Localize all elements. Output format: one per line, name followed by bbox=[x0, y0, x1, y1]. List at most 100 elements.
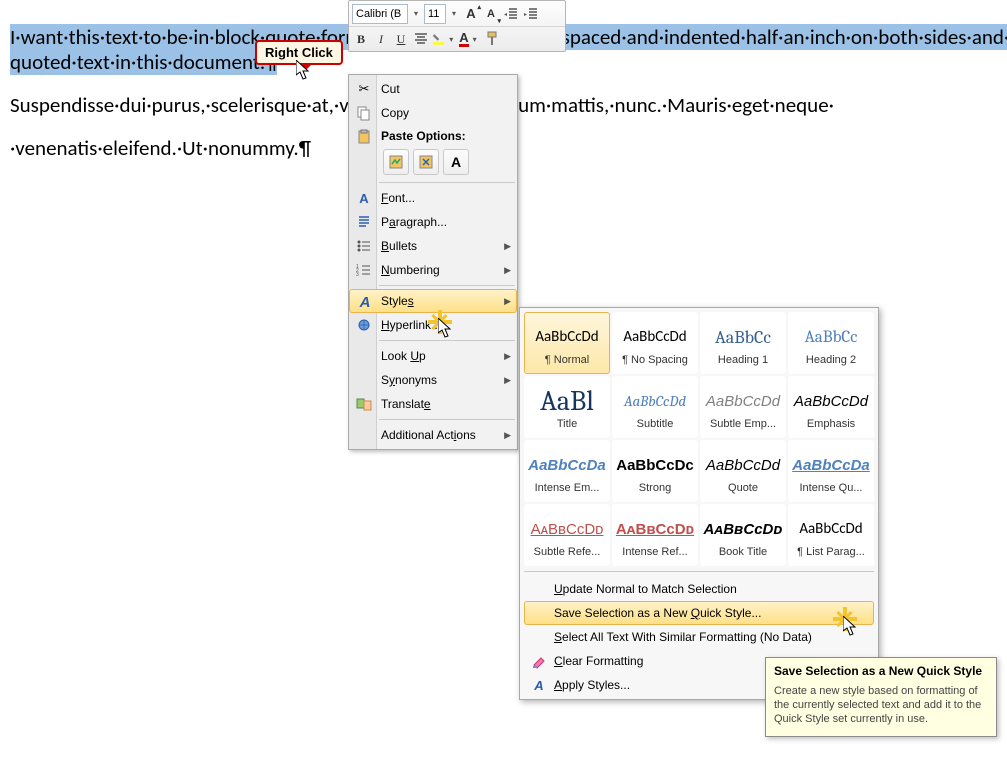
style-item-quote[interactable]: AaBbCcDdQuote bbox=[700, 440, 786, 502]
style-item-strong[interactable]: AaBbCcDcStrong bbox=[612, 440, 698, 502]
paste-icon bbox=[355, 128, 373, 146]
style-preview: AaBbCcDd bbox=[535, 320, 598, 354]
chevron-right-icon: ▶ bbox=[504, 351, 511, 362]
gallery-update-normal-label: Update Normal to Match Selection bbox=[554, 582, 737, 596]
styles-gallery: AaBbCcDd¶ NormalAaBbCcDd¶ No SpacingAaBb… bbox=[519, 307, 879, 700]
menu-bullets[interactable]: Bullets ▶ bbox=[349, 234, 517, 258]
font-name-input[interactable] bbox=[352, 4, 408, 24]
underline-icon[interactable]: U bbox=[392, 28, 410, 50]
highlight-color-icon[interactable]: ▾ bbox=[432, 28, 456, 50]
paste-keep-source-icon[interactable] bbox=[383, 149, 409, 175]
translate-icon bbox=[355, 395, 373, 413]
hyperlink-icon bbox=[355, 316, 373, 334]
increase-indent-icon[interactable] bbox=[522, 3, 540, 25]
align-center-icon[interactable] bbox=[412, 28, 430, 50]
style-preview: AaBbCcDd bbox=[624, 384, 686, 418]
style-name-label: Book Title bbox=[719, 546, 767, 558]
style-item--no-spacing[interactable]: AaBbCcDd¶ No Spacing bbox=[612, 312, 698, 374]
style-item--list-parag-[interactable]: AaBbCcDd¶ List Parag... bbox=[788, 504, 874, 566]
format-painter-icon[interactable] bbox=[484, 28, 502, 50]
style-name-label: Subtitle bbox=[637, 418, 674, 430]
menu-cut-label: Cut bbox=[381, 82, 400, 96]
style-item-subtitle[interactable]: AaBbCcDdSubtitle bbox=[612, 376, 698, 438]
style-preview: AaBbCcDd bbox=[706, 448, 780, 482]
copy-icon bbox=[355, 104, 373, 122]
cursor-arrow-save bbox=[843, 616, 859, 638]
style-name-label: ¶ No Spacing bbox=[622, 354, 688, 366]
grow-font-icon[interactable]: A▴ bbox=[462, 3, 480, 25]
menu-paragraph-label: Paragraph... bbox=[381, 215, 447, 229]
style-preview: AaBbCc bbox=[715, 320, 771, 354]
style-item-intense-ref-[interactable]: AᴀBʙCᴄDᴅIntense Ref... bbox=[612, 504, 698, 566]
menu-separator-1 bbox=[379, 182, 515, 183]
style-item-subtle-refe-[interactable]: AᴀBʙCᴄDᴅSubtle Refe... bbox=[524, 504, 610, 566]
font-size-dropdown-icon[interactable]: ▾ bbox=[448, 4, 460, 24]
paste-merge-icon[interactable] bbox=[413, 149, 439, 175]
gallery-separator bbox=[524, 571, 874, 572]
menu-styles-label: Styles bbox=[381, 294, 414, 308]
menu-paragraph[interactable]: Paragraph... bbox=[349, 210, 517, 234]
style-name-label: Heading 1 bbox=[718, 354, 768, 366]
chevron-right-icon: ▶ bbox=[504, 296, 511, 307]
style-name-label: Intense Em... bbox=[535, 482, 600, 494]
menu-cut[interactable]: ✂ Cut bbox=[349, 77, 517, 101]
style-preview: AaBbCcDd bbox=[623, 320, 686, 354]
menu-translate[interactable]: Translate bbox=[349, 392, 517, 416]
menu-copy-label: Copy bbox=[381, 106, 409, 120]
menu-copy[interactable]: Copy bbox=[349, 101, 517, 125]
shrink-font-icon[interactable]: A▾ bbox=[482, 3, 500, 25]
cursor-arrow-styles bbox=[438, 318, 454, 340]
menu-font[interactable]: A Font... bbox=[349, 186, 517, 210]
menu-additional-actions[interactable]: Additional Actions ▶ bbox=[349, 423, 517, 447]
menu-look-up[interactable]: Look Up ▶ bbox=[349, 344, 517, 368]
menu-synonyms[interactable]: Synonyms ▶ bbox=[349, 368, 517, 392]
style-preview: AaBbCcDa bbox=[528, 448, 606, 482]
menu-numbering[interactable]: 123 Numbering ▶ bbox=[349, 258, 517, 282]
style-name-label: Subtle Refe... bbox=[534, 546, 601, 558]
gallery-apply-styles-label: Apply Styles... bbox=[554, 678, 630, 692]
menu-look-up-label: Look Up bbox=[381, 349, 426, 363]
gallery-select-similar-label: Select All Text With Similar Formatting … bbox=[554, 630, 812, 644]
style-name-label: Heading 2 bbox=[806, 354, 856, 366]
menu-separator-4 bbox=[379, 419, 515, 420]
chevron-right-icon: ▶ bbox=[504, 265, 511, 276]
cut-icon: ✂ bbox=[355, 80, 373, 98]
style-item-emphasis[interactable]: AaBbCcDdEmphasis bbox=[788, 376, 874, 438]
style-name-label: Quote bbox=[728, 482, 758, 494]
menu-translate-label: Translate bbox=[381, 397, 431, 411]
chevron-right-icon: ▶ bbox=[504, 430, 511, 441]
tooltip-title: Save Selection as a New Quick Style bbox=[774, 664, 988, 678]
gallery-save-selection[interactable]: Save Selection as a New Quick Style... bbox=[524, 601, 874, 625]
font-size-input[interactable] bbox=[424, 4, 446, 24]
style-item-title[interactable]: AaBlTitle bbox=[524, 376, 610, 438]
style-item-subtle-emp-[interactable]: AaBbCcDdSubtle Emp... bbox=[700, 376, 786, 438]
menu-bullets-label: Bullets bbox=[381, 239, 417, 253]
styles-gallery-grid: AaBbCcDd¶ NormalAaBbCcDd¶ No SpacingAaBb… bbox=[524, 312, 874, 566]
style-preview: AaBl bbox=[540, 384, 594, 418]
tooltip-save-quick-style: Save Selection as a New Quick Style Crea… bbox=[765, 657, 997, 737]
style-item-book-title[interactable]: AᴀBʙCᴄDᴅBook Title bbox=[700, 504, 786, 566]
paragraph-icon bbox=[355, 213, 373, 231]
style-item-heading-2[interactable]: AaBbCcHeading 2 bbox=[788, 312, 874, 374]
menu-separator-3 bbox=[379, 340, 515, 341]
decrease-indent-icon[interactable] bbox=[502, 3, 520, 25]
gallery-update-normal[interactable]: Update Normal to Match Selection bbox=[524, 577, 874, 601]
gallery-save-selection-label: Save Selection as a New Quick Style... bbox=[554, 606, 761, 620]
italic-icon[interactable]: I bbox=[372, 28, 390, 50]
menu-paste-options: Paste Options: bbox=[349, 125, 517, 147]
styles-icon: A bbox=[356, 293, 374, 311]
style-preview: AᴀBʙCᴄDᴅ bbox=[531, 512, 604, 546]
style-item-intense-qu-[interactable]: AaBbCcDaIntense Qu... bbox=[788, 440, 874, 502]
paste-text-only-icon[interactable]: A bbox=[443, 149, 469, 175]
font-name-dropdown-icon[interactable]: ▾ bbox=[410, 4, 422, 24]
font-color-icon[interactable]: A▾ bbox=[458, 28, 482, 50]
gallery-select-similar[interactable]: Select All Text With Similar Formatting … bbox=[524, 625, 874, 649]
style-name-label: Emphasis bbox=[807, 418, 855, 430]
style-item-heading-1[interactable]: AaBbCcHeading 1 bbox=[700, 312, 786, 374]
style-preview: AaBbCcDd bbox=[799, 512, 862, 546]
bold-icon[interactable]: B bbox=[352, 28, 370, 50]
style-item--normal[interactable]: AaBbCcDd¶ Normal bbox=[524, 312, 610, 374]
style-item-intense-em-[interactable]: AaBbCcDaIntense Em... bbox=[524, 440, 610, 502]
menu-font-label: Font... bbox=[381, 191, 415, 205]
apply-styles-icon: A bbox=[530, 676, 548, 694]
